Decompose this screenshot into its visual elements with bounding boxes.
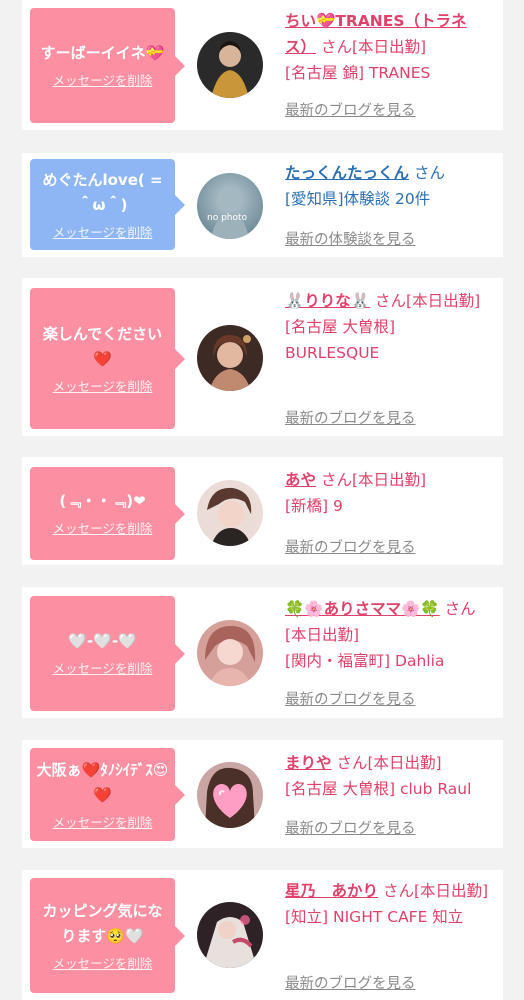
message-card: めぐたんlove( = ＾ω＾) メッセージを削除 no photo たっくんた… [22,153,503,257]
avatar-photo [197,173,263,239]
avatar-photo [197,902,263,968]
avatar[interactable] [197,32,263,98]
profile-suffix: さん[本日出勤] [320,471,427,489]
avatar[interactable] [197,762,263,828]
message-card: カッピング気になります🥺🤍 メッセージを削除 星乃 あかり さん[本日出勤] [… [22,870,503,1000]
delete-message-link[interactable]: メッセージを削除 [53,520,153,538]
message-bubble: すーばーイイネ💝 メッセージを削除 [30,8,185,123]
delete-message-link[interactable]: メッセージを削除 [53,814,153,832]
avatar[interactable] [197,902,263,968]
profile-name-link[interactable]: 🍀🌸ありさママ🌸🍀 [285,600,440,618]
profile-suffix: さん[本日出勤] [375,292,481,310]
message-card: (﹃・・﹃)❤ メッセージを削除 あや さん[本日出勤] [新橋] 9 最新のブ… [22,457,503,565]
latest-blog-link[interactable]: 最新のブログを見る [285,407,416,428]
message-card: 大阪ぁ❤️ﾀﾉｼｲﾃﾞｽ😍❤️ メッセージを削除 まりや さん[本日出勤] [名… [22,740,503,848]
message-text: めぐたんlove( = ＾ω＾) [42,170,163,214]
profile-name-link[interactable]: 🐰りりな🐰 [285,292,370,310]
profile-suffix: さん [413,164,445,182]
avatar-photo [197,480,263,546]
delete-message-link[interactable]: メッセージを削除 [53,955,153,973]
latest-blog-link[interactable]: 最新のブログを見る [285,972,416,993]
message-text: 大阪ぁ❤️ﾀﾉｼｲﾃﾞｽ😍❤️ [36,760,169,804]
avatar-photo [197,325,263,391]
avatar-photo [197,620,263,686]
message-text: 🤍-🤍-🤍 [68,632,137,650]
message-list: すーばーイイネ💝 メッセージを削除 ちい💝TRANES（トラネス） さん[本日出… [0,0,524,1000]
shop-label: [愛知県]体験談 20件 [285,190,431,208]
shop-label: [関内・福富町] Dahlia [285,652,445,670]
profile-info: ちい💝TRANES（トラネス） さん[本日出勤] [名古屋 錦] TRANES [285,8,495,86]
message-text: カッピング気になります🥺🤍 [42,901,163,945]
avatar[interactable] [197,325,263,391]
delete-message-link[interactable]: メッセージを削除 [53,660,153,678]
shop-label: [名古屋 大曽根] BURLESQUE [285,318,396,362]
delete-message-link[interactable]: メッセージを削除 [53,378,153,396]
profile-name-link[interactable]: たっくんたっくん [285,164,409,182]
delete-message-link[interactable]: メッセージを削除 [53,224,153,242]
profile-info: たっくんたっくん さん [愛知県]体験談 20件 [285,160,495,212]
message-bubble: 大阪ぁ❤️ﾀﾉｼｲﾃﾞｽ😍❤️ メッセージを削除 [30,748,185,841]
profile-suffix: さん[本日出勤] [320,38,427,56]
profile-suffix: さん[本日出勤] [336,754,442,772]
shop-label: [名古屋 錦] TRANES [285,64,431,82]
profile-info: 星乃 あかり さん[本日出勤] [知立] NIGHT CAFE 知立 [285,878,495,930]
message-bubble: (﹃・・﹃)❤ メッセージを削除 [30,467,185,560]
profile-info: あや さん[本日出勤] [新橋] 9 [285,467,495,519]
message-bubble: めぐたんlove( = ＾ω＾) メッセージを削除 [30,159,185,250]
latest-blog-link[interactable]: 最新のブログを見る [285,536,416,557]
profile-name-link[interactable]: 星乃 あかり [285,882,378,900]
avatar[interactable]: no photo [197,173,263,239]
latest-blog-link[interactable]: 最新のブログを見る [285,817,416,838]
profile-suffix: さん[本日出勤] [382,882,489,900]
avatar-placeholder-label: no photo [207,213,248,223]
latest-blog-link[interactable]: 最新のブログを見る [285,688,416,709]
avatar-photo [197,32,263,98]
profile-info: 🍀🌸ありさママ🌸🍀 さん[本日出勤] [関内・福富町] Dahlia [285,596,495,674]
profile-info: まりや さん[本日出勤] [名古屋 大曽根] club Raul [285,750,495,802]
latest-blog-link[interactable]: 最新のブログを見る [285,99,416,120]
avatar[interactable] [197,620,263,686]
message-text: 楽しんでください❤️ [42,324,163,368]
message-text: すーばーイイネ💝 [40,44,165,62]
message-card: 🤍-🤍-🤍 メッセージを削除 🍀🌸ありさママ🌸🍀 さん[本日出勤] [関内・福富… [22,587,503,718]
shop-label: [新橋] 9 [285,497,343,515]
message-card: 楽しんでください❤️ メッセージを削除 🐰りりな🐰 さん[本日出勤] [名古屋 … [22,278,503,436]
message-bubble: 楽しんでください❤️ メッセージを削除 [30,288,185,429]
message-bubble: 🤍-🤍-🤍 メッセージを削除 [30,596,185,711]
avatar-photo [197,762,263,828]
shop-label: [名古屋 大曽根] club Raul [285,780,472,798]
avatar[interactable] [197,480,263,546]
delete-message-link[interactable]: メッセージを削除 [53,72,153,90]
latest-review-link[interactable]: 最新の体験談を見る [285,228,416,249]
profile-name-link[interactable]: あや [285,471,316,489]
shop-label: [知立] NIGHT CAFE 知立 [285,908,464,926]
profile-info: 🐰りりな🐰 さん[本日出勤] [名古屋 大曽根] BURLESQUE [285,288,495,366]
message-text: (﹃・・﹃)❤ [59,492,146,510]
message-bubble: カッピング気になります🥺🤍 メッセージを削除 [30,878,185,993]
message-card: すーばーイイネ💝 メッセージを削除 ちい💝TRANES（トラネス） さん[本日出… [22,0,503,130]
profile-name-link[interactable]: まりや [285,754,332,772]
